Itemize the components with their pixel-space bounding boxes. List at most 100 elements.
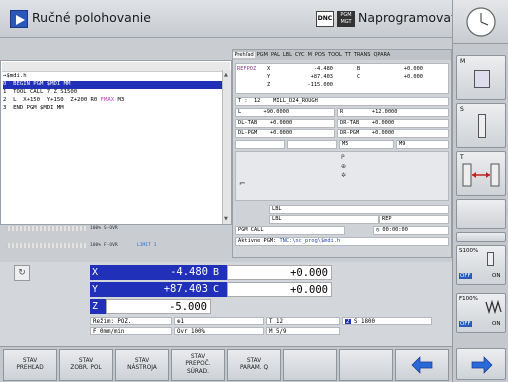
c-axis-value: +0.000	[403, 74, 423, 80]
dl-tab: DL-TAB +0.0000	[235, 119, 335, 128]
arrow-left-icon	[411, 356, 433, 374]
position-row-y: Y +87.403 C +0.000	[90, 282, 332, 297]
s-override-bar	[6, 226, 86, 231]
y-axis-value: +87.403	[310, 74, 333, 80]
active-pgm-field: Aktívne PGM: TNC:\nc_prog\$mdi.h	[235, 237, 449, 246]
program-view[interactable]: →$mdi.h 0 BEGIN PGM $MDI MM 1 TOOL CALL …	[0, 60, 232, 225]
tab-trans[interactable]: TRANS	[352, 52, 372, 58]
scroll-up-icon[interactable]: ▲	[224, 72, 230, 78]
lbl-field-2: LBL	[269, 215, 379, 224]
program-filename: →$mdi.h	[3, 73, 27, 79]
s-override-label: 100% S-OVR	[90, 226, 118, 231]
program-line-3[interactable]: 3 END PGM $MDI MM	[3, 105, 228, 113]
status-tool-softkey[interactable]: STAV NÁSTROJA	[115, 349, 169, 381]
empty-softkey-r1[interactable]	[456, 199, 506, 229]
m-function-icon	[474, 70, 490, 88]
refresh-icon[interactable]: ↻	[14, 265, 30, 281]
s-function-softkey[interactable]: S	[456, 103, 506, 148]
pgm-mgt-icon: PGM MGT	[337, 11, 355, 27]
tab-pal[interactable]: PAL	[269, 52, 281, 58]
status-overview-softkey[interactable]: STAV PREHĽAD	[3, 349, 57, 381]
arrow-right-icon	[471, 356, 493, 374]
m-field: M 5/9	[266, 327, 340, 335]
probe-target-icon: ⊕	[341, 163, 347, 170]
tab-overview[interactable]: Prehľad	[233, 52, 256, 58]
c-axis-tag: C	[211, 282, 227, 297]
refpos-label: REFPOZ	[237, 66, 257, 72]
status-empty-2	[287, 140, 337, 149]
vertical-softkey-bar: M S T S100% OFF ON F100% OFF ON	[452, 0, 508, 382]
status-panel: Prehľad PGM PAL LBL CYC M POS TOOL TT TRANS QPARA …	[232, 49, 452, 258]
spindle-override-icon	[487, 252, 494, 266]
pgm-call-field: PGM CALL	[235, 226, 345, 235]
tab-tt[interactable]: TT	[343, 52, 352, 58]
z-axis-value: -115.000	[307, 82, 333, 88]
tab-pos[interactable]: POS	[313, 52, 326, 58]
previous-softkey-row[interactable]	[395, 349, 449, 381]
tab-qpara[interactable]: QPARA	[372, 52, 392, 58]
clock-panel	[453, 0, 508, 44]
spindle-icon	[478, 114, 486, 138]
limit-label: LIMIT 1	[137, 243, 157, 248]
tool-change-icon	[462, 163, 500, 187]
probe-icon: ⌐	[239, 179, 246, 188]
dnc-icon: DNC	[316, 11, 334, 27]
y-axis-tag: Y	[90, 282, 106, 297]
feed-field: F 0mm/min	[90, 327, 172, 335]
empty-softkey-7[interactable]	[339, 349, 393, 381]
status-tabs[interactable]: Prehľad PGM PAL LBL CYC M POS TOOL TT TRANS QPARA	[233, 50, 451, 60]
program-line-0[interactable]: 0 BEGIN PGM $MDI MM	[3, 81, 228, 89]
s-field: 2 S 1800	[342, 317, 432, 325]
spindle-override-softkey[interactable]: S100% OFF ON	[456, 245, 506, 285]
z-axis-label: Z	[267, 82, 271, 88]
x-axis-tag: X	[90, 265, 106, 280]
status-empty-1	[235, 140, 285, 149]
program-line-1[interactable]: 1 TOOL CALL 7 Z S1500	[3, 89, 228, 97]
feed-override-softkey[interactable]: F100% OFF ON	[456, 293, 506, 333]
program-line-2[interactable]: 2 L X+150 Y+150 Z+200 R0 FMAX M3	[3, 97, 228, 105]
t-function-softkey[interactable]: T	[456, 151, 506, 196]
f-override-bar	[6, 243, 86, 248]
z-position-value: -5.000	[106, 299, 211, 314]
y-axis-label: Y	[267, 74, 271, 80]
empty-softkey-r2[interactable]	[456, 232, 506, 242]
status-transform-softkey[interactable]: STAV PREPOČ. SÚRAD.	[171, 349, 225, 381]
program-view-header	[2, 62, 230, 72]
status-position-softkey[interactable]: STAV ZOBR. POL	[59, 349, 113, 381]
timer-field: ◷ 00:00:00	[373, 226, 449, 235]
horizontal-softkey-bar: STAV PREHĽAD STAV ZOBR. POL STAV NÁSTROJA S…	[0, 346, 452, 382]
b-axis-tag: B	[211, 265, 227, 280]
scroll-down-icon[interactable]: ▼	[224, 216, 230, 222]
header-bar: Ručné polohovanie DNC PGM MGT Naprogramov…	[0, 0, 456, 38]
m-function-softkey[interactable]: M	[456, 55, 506, 100]
ovr-field: Ovr 100%	[174, 327, 264, 335]
tool-row: T : 12 MILL_D24_ROUGH	[235, 97, 449, 106]
c-axis-label: C	[357, 74, 361, 80]
b-position-value: +0.000	[227, 265, 332, 280]
f-override-label: 100% F-OVR	[90, 243, 118, 248]
x-axis-label: X	[267, 66, 271, 72]
dr-tab: DR-TAB +0.0000	[337, 119, 449, 128]
x-position-value: -4.480	[106, 265, 211, 280]
status-qparam-softkey[interactable]: STAV PARAM. Q	[227, 349, 281, 381]
tab-pgm[interactable]: PGM	[255, 52, 269, 58]
m9-field: M9	[396, 140, 449, 149]
empty-softkey-6[interactable]	[283, 349, 337, 381]
feed-override-icon	[485, 300, 502, 314]
dr-pgm: DR-PGM +0.0000	[337, 129, 449, 138]
program-scrollbar[interactable]: ▲ ▼	[222, 70, 231, 224]
tool-axis-field: ⊕1	[174, 317, 264, 325]
c-position-value: +0.000	[227, 282, 332, 297]
tab-lbl[interactable]: LBL	[281, 52, 293, 58]
tab-tool[interactable]: TOOL	[327, 52, 344, 58]
next-softkey-row[interactable]	[456, 348, 506, 380]
mode-field: Režim: POŽ.	[90, 317, 172, 325]
tool-radius: R +12.0000	[337, 108, 449, 117]
tab-cyc[interactable]: CYC	[293, 52, 306, 58]
manual-mode-icon	[10, 10, 28, 28]
probe-gear-icon: ✲	[341, 172, 347, 179]
b-axis-label: B	[357, 66, 361, 72]
programming-mode-label: Naprogramovať	[358, 10, 456, 25]
position-display: ↻ X -4.480 B +0.000 Y +87.403 C +0.000 Z…	[0, 262, 452, 346]
position-row-x: X -4.480 B +0.000	[90, 265, 332, 280]
